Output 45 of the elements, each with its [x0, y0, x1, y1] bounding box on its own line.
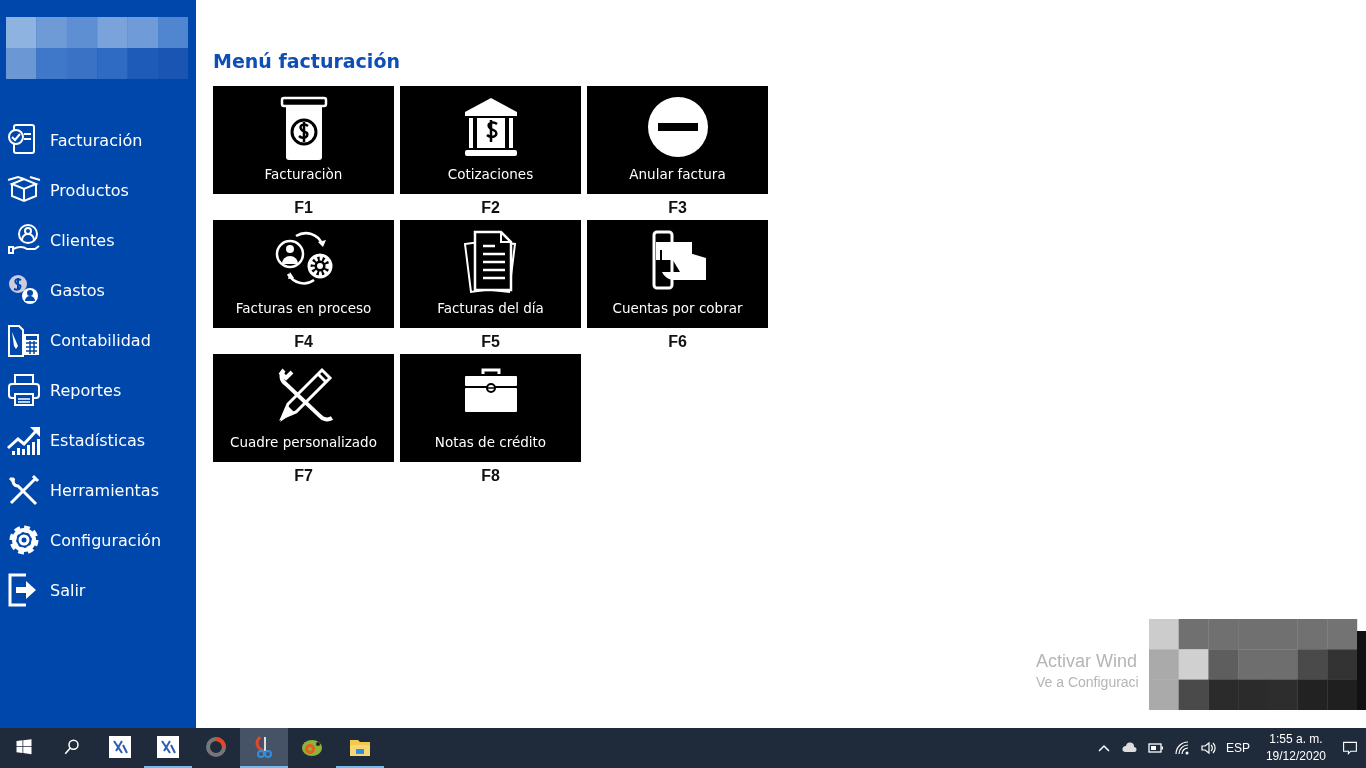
wrench-screwdriver-icon — [6, 472, 42, 508]
page-title: Menú facturación — [213, 50, 401, 72]
menu-tile[interactable]: Cotizaciones — [400, 86, 581, 194]
notification-icon[interactable] — [1342, 740, 1358, 756]
windows-icon — [15, 738, 33, 756]
shortcut-key-label: F4 — [294, 333, 313, 351]
app-icon — [108, 735, 132, 759]
shortcut-key-label: F3 — [668, 199, 687, 217]
shortcut-key-label: F8 — [481, 467, 500, 485]
battery-icon[interactable] — [1147, 740, 1164, 756]
sidebar-item[interactable]: Salir — [0, 565, 196, 615]
menu-tile[interactable]: Anular factura — [587, 86, 768, 194]
clock-time[interactable]: 1:55 a. m. — [1269, 731, 1323, 748]
sidebar-item[interactable]: Facturación — [0, 115, 196, 165]
clock-date[interactable]: 19/12/2020 — [1265, 748, 1326, 765]
shortcut-key-label: F1 — [294, 199, 313, 217]
shortcut-key-label: F2 — [481, 199, 500, 217]
language-indicator[interactable]: ESP — [1225, 741, 1250, 755]
menu-tile[interactable]: Facturas en proceso — [213, 220, 394, 328]
shortcut-key-label: F5 — [481, 333, 500, 351]
menu-tile[interactable]: Cuentas por cobrar — [587, 220, 768, 328]
activation-subtitle: Ve a Configuraci — [1036, 674, 1139, 690]
pencil-calculator-icon — [6, 322, 42, 358]
sidebar-item[interactable]: Configuración — [0, 515, 196, 565]
menu-tile[interactable]: Notas de crédito — [400, 354, 581, 462]
printer-icon — [6, 372, 42, 408]
speaker-icon[interactable] — [1199, 740, 1216, 756]
menu-tile[interactable]: Facturas del día — [400, 220, 581, 328]
app-icon — [156, 735, 180, 759]
sidebar-item[interactable]: Herramientas — [0, 465, 196, 515]
menu-tile[interactable]: Facturaciòn — [213, 86, 394, 194]
activation-title: Activar Wind — [1036, 651, 1139, 672]
sidebar-item[interactable]: Clientes — [0, 215, 196, 265]
wifi-icon[interactable] — [1173, 740, 1190, 756]
menu-tile[interactable]: Cuadre personalizado — [213, 354, 394, 462]
minus-circle-icon — [645, 96, 710, 160]
sidebar-item[interactable]: Gastos — [0, 265, 196, 315]
sidebar-item[interactable]: Productos — [0, 165, 196, 215]
shortcut-key-label: F7 — [294, 467, 313, 485]
sidebar-item[interactable]: Reportes — [0, 365, 196, 415]
ring-icon — [204, 735, 228, 759]
sidebar-item[interactable]: Contabilidad — [0, 315, 196, 365]
sidebar-item[interactable]: Estadísticas — [0, 415, 196, 465]
search-icon — [63, 738, 81, 756]
shortcut-key-label: F6 — [668, 333, 687, 351]
